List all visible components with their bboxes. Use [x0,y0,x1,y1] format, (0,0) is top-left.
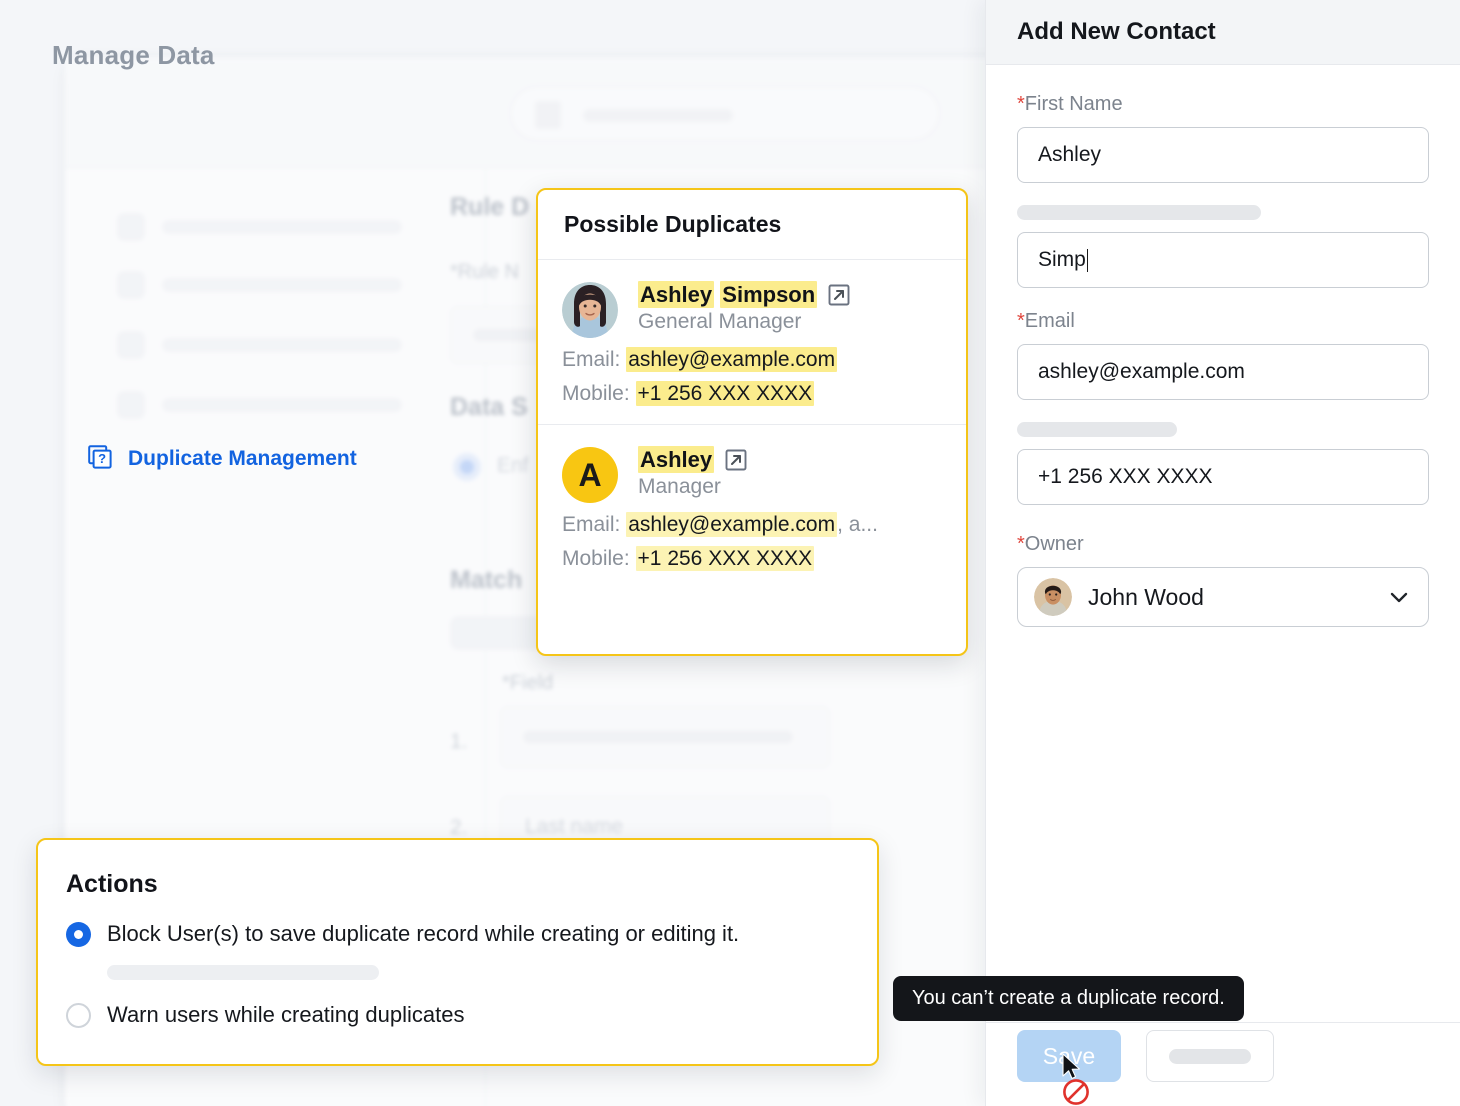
duplicate-email-row: Email: ashley@example.com [562,348,942,372]
row-number-2: 2. [450,816,468,840]
data-source-radio[interactable] [453,453,481,481]
matching-heading: Match [450,566,522,595]
actions-panel: Actions Block User(s) to save duplicate … [36,838,879,1066]
rule-name-label: *Rule N [450,261,519,284]
actions-title: Actions [66,870,849,899]
background-search-bar[interactable] [510,86,940,141]
action-option-sub-skeleton [107,965,379,980]
email-input[interactable]: ashley@example.com [1017,344,1429,400]
last-name-input[interactable]: Simp [1017,232,1429,288]
email-label: *Email [1017,310,1429,333]
duplicate-email: ashley@example.com [626,512,837,537]
panel-footer: Save [1017,1030,1274,1082]
field-input-1[interactable] [500,706,830,768]
action-option-label: Block User(s) to save duplicate record w… [107,921,739,947]
screen-root: Rule D *Rule N Data S Enf Match *Field 1… [0,0,1460,1106]
sidebar-label-skeleton [162,278,402,292]
row-number-1: 1. [450,730,468,754]
field-owner: *Owner [1017,533,1429,627]
external-link-icon[interactable] [724,448,748,472]
field-first-name: *First Name Ashley [1017,93,1429,183]
duplicate-mobile: +1 256 XXX XXXX [636,381,815,406]
field-label: *Field [502,672,553,695]
sidebar-icon [117,271,145,299]
radio-warn-users[interactable] [66,1003,91,1028]
duplicate-management-link[interactable]: ? Duplicate Management [88,445,357,473]
text-caret [1087,249,1089,272]
possible-duplicates-popup: Possible Duplicates [536,188,968,656]
field-email: *Email ashley@example.com [1017,310,1429,400]
duplicate-name: Ashley [638,447,714,473]
duplicate-management-icon: ? [88,445,116,473]
duplicate-mobile: +1 256 XXX XXXX [636,546,815,571]
radio-block-users[interactable] [66,922,91,947]
sidebar-label-skeleton [162,220,402,234]
avatar [1034,578,1072,616]
page-title: Manage Data [52,40,215,71]
mobile-input[interactable]: +1 256 XXX XXXX [1017,449,1429,505]
sidebar-icon [117,213,145,241]
duplicate-email-overflow: , a... [837,513,878,536]
duplicate-mobile-row: Mobile: +1 256 XXX XXXX [562,382,942,406]
field-mobile: +1 256 XXX XXXX [1017,422,1429,505]
owner-label: *Owner [1017,533,1429,556]
duplicate-email-row: Email: ashley@example.com, a... [562,513,942,537]
first-name-input[interactable]: Ashley [1017,127,1429,183]
field-last-name: Simp [1017,205,1429,288]
duplicate-email: ashley@example.com [626,347,837,372]
sidebar-icon [117,331,145,359]
secondary-button[interactable] [1146,1030,1274,1082]
action-option-block[interactable]: Block User(s) to save duplicate record w… [66,921,849,947]
first-name-label: *First Name [1017,93,1429,116]
action-option-label: Warn users while creating duplicates [107,1002,464,1028]
rule-details-heading: Rule D [450,193,529,222]
mobile-label-skeleton [1017,422,1177,437]
owner-select[interactable]: John Wood [1017,567,1429,627]
panel-title: Add New Contact [986,0,1460,65]
sidebar-label-skeleton [162,398,402,412]
action-option-warn[interactable]: Warn users while creating duplicates [66,1002,849,1028]
chevron-down-icon[interactable] [1386,584,1412,610]
field-value-2: Last name [525,815,623,839]
duplicate-name: Ashley Simpson [638,282,817,308]
panel-footer-divider [986,1022,1460,1023]
duplicate-management-label: Duplicate Management [128,447,357,471]
avatar: A [562,447,618,503]
possible-duplicates-title: Possible Duplicates [538,190,966,260]
svg-text:?: ? [98,451,106,466]
sidebar-label-skeleton [162,338,402,352]
duplicate-item[interactable]: A Ashley Manager [538,424,966,589]
duplicate-role: General Manager [638,310,851,334]
owner-name: John Wood [1088,584,1370,611]
tooltip-duplicate-warning: You can’t create a duplicate record. [893,976,1244,1021]
secondary-button-label-skeleton [1169,1049,1251,1064]
data-source-option-label: Enf [497,454,529,478]
data-source-heading: Data S [450,393,528,422]
duplicate-role: Manager [638,475,748,499]
avatar [562,282,618,338]
field-placeholder-skeleton [523,731,793,744]
duplicate-mobile-row: Mobile: +1 256 XXX XXXX [562,547,942,571]
no-entry-icon [1062,1078,1090,1106]
last-name-label-skeleton [1017,205,1261,220]
search-icon [535,101,561,129]
search-placeholder-skeleton [583,109,733,122]
add-contact-panel: Add New Contact *First Name Ashley Simp … [985,0,1460,1106]
sidebar-icon [117,391,145,419]
duplicate-item[interactable]: Ashley Simpson General Manager Email: [538,260,966,424]
panel-form: *First Name Ashley Simp *Email ashley@ex… [986,65,1460,627]
external-link-icon[interactable] [827,283,851,307]
